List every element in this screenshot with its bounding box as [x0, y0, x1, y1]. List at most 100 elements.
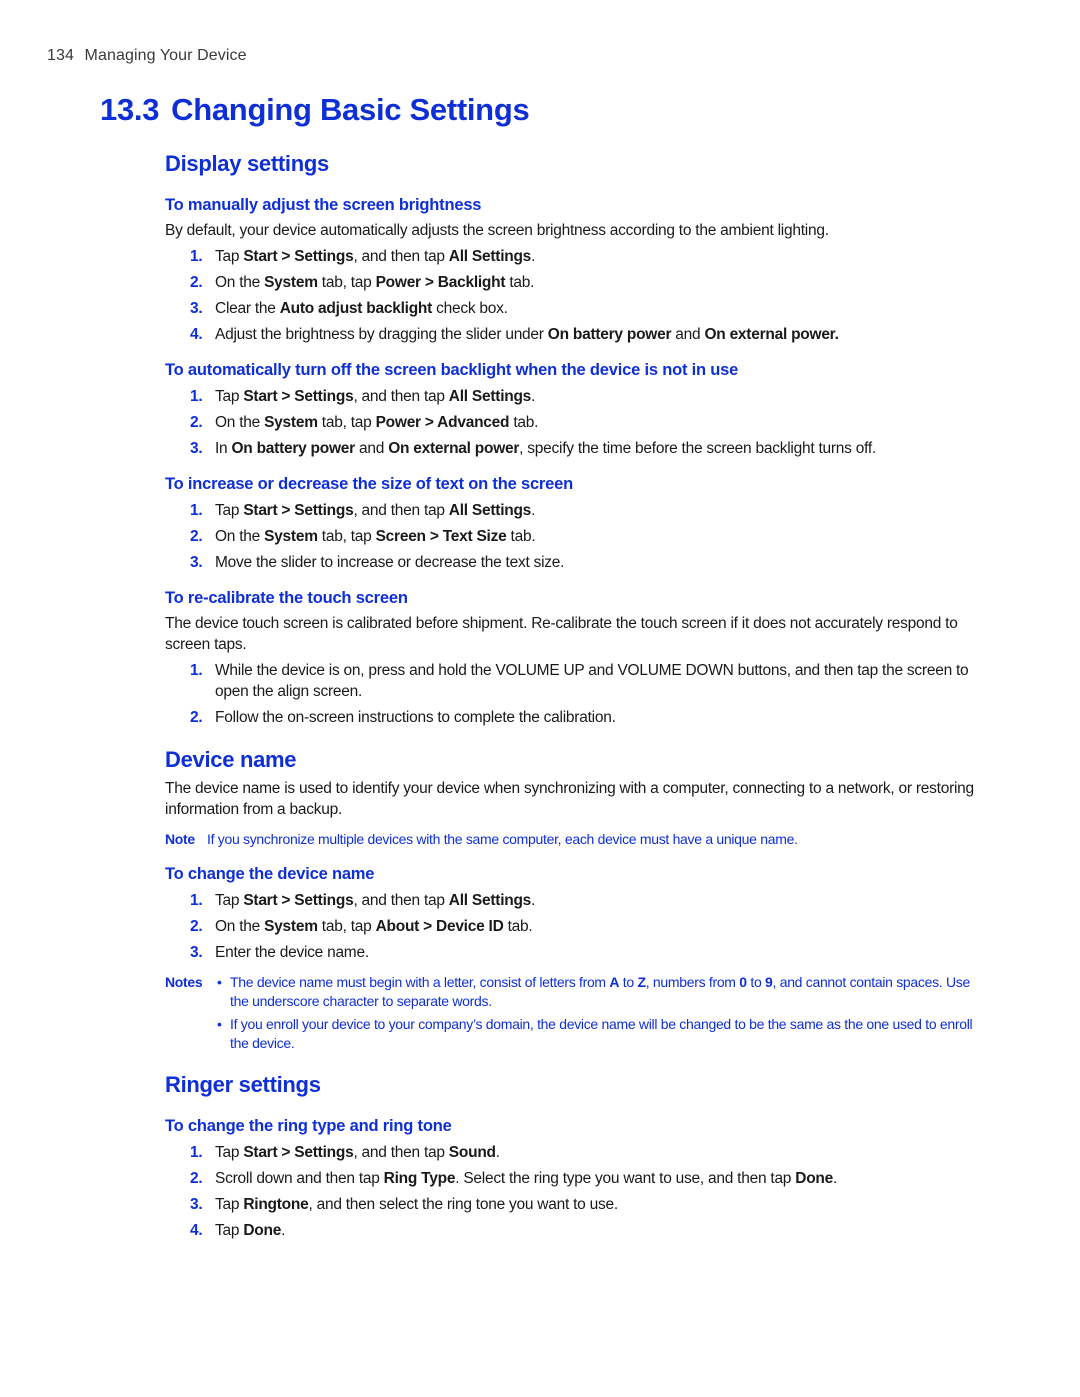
text-run: On the	[215, 918, 265, 935]
display-settings-section: Display settings To manually adjust the …	[165, 150, 985, 728]
text-run: .	[495, 1144, 500, 1161]
step-item: 2. On the System tab, tap Power > Advance…	[165, 412, 985, 433]
running-header: 134 Managing Your Device	[47, 47, 247, 65]
text-run: While the device is on, press and hold t…	[215, 662, 969, 700]
device-name-section: Device name The device name is used to i…	[165, 746, 985, 1053]
text-run: On the	[215, 274, 265, 291]
steps-list: 1. While the device is on, press and hold…	[165, 660, 985, 728]
text-run: , and then tap	[353, 1144, 449, 1161]
text-run: tab, tap	[317, 528, 376, 545]
text-run: tab, tap	[317, 918, 376, 935]
text-run: .	[833, 1170, 838, 1187]
text-run: , numbers from	[645, 974, 740, 990]
text-run: tab.	[506, 528, 536, 545]
step-number: 1.	[190, 662, 203, 679]
step-item: 1. Tap Start > Settings, and then tap All…	[165, 246, 985, 267]
step-number: 2.	[190, 528, 203, 545]
ui-term: System	[264, 918, 318, 935]
bullet-icon: •	[217, 1016, 222, 1032]
ui-term: Start > Settings	[243, 892, 354, 909]
text-run: tab.	[505, 274, 535, 291]
text-run: .	[281, 1222, 286, 1239]
step-number: 3.	[190, 944, 203, 961]
step-number: 1.	[190, 388, 203, 405]
step-number: 1.	[190, 892, 203, 909]
text-run: tab.	[509, 414, 539, 431]
step-number: 3.	[190, 554, 203, 571]
bullet-icon: •	[217, 974, 222, 990]
step-number: 2.	[190, 414, 203, 431]
step-item: 2. Follow the on-screen instructions to c…	[165, 707, 985, 728]
procedure-title: To re-calibrate the touch screen	[165, 589, 408, 607]
ui-term: Screen > Text Size	[375, 528, 507, 545]
text-run: .	[531, 892, 536, 909]
ui-term: Power > Advanced	[375, 414, 510, 431]
text-run: tab.	[503, 918, 533, 935]
section-title-device-name: Device name	[165, 747, 297, 772]
step-item: 1. Tap Start > Settings, and then tap Sou…	[165, 1142, 985, 1163]
step-number: 3.	[190, 1196, 203, 1213]
step-item: 4. Adjust the brightness by dragging the …	[165, 324, 985, 345]
text-run: .	[531, 388, 536, 405]
text-run: Tap	[215, 502, 244, 519]
text-run: and	[671, 326, 705, 343]
text-run: In	[215, 440, 232, 457]
step-number: 2.	[190, 1170, 203, 1187]
steps-list: 1. Tap Start > Settings, and then tap All…	[165, 500, 985, 573]
step-number: 3.	[190, 300, 203, 317]
procedure-intro: The device touch screen is calibrated be…	[165, 615, 958, 653]
ui-term: All Settings	[448, 502, 532, 519]
ui-term: System	[264, 414, 318, 431]
ringer-settings-section: Ringer settings To change the ring type …	[165, 1071, 985, 1241]
ui-term: Z	[637, 974, 646, 990]
chapter-title-text: Changing Basic Settings	[171, 92, 530, 127]
text-run: check box.	[432, 300, 508, 317]
text-run: If you enroll your device to your compan…	[230, 1016, 973, 1051]
text-run: , and then tap	[353, 388, 449, 405]
text-run: , specify the time before the screen bac…	[519, 440, 876, 457]
text-run: .	[531, 502, 536, 519]
ui-term: Ring Type	[383, 1170, 456, 1187]
ui-term: 0	[739, 974, 747, 990]
step-item: 3. Tap Ringtone, and then select the ring…	[165, 1194, 985, 1215]
text-run: . Select the ring type you want to use, …	[455, 1170, 796, 1187]
step-item: 4. Tap Done.	[165, 1220, 985, 1241]
text-run: .	[531, 248, 536, 265]
page-number: 134	[47, 47, 74, 64]
ui-term: Ringtone	[243, 1196, 309, 1213]
text-run: On the	[215, 528, 265, 545]
text-run: to	[619, 974, 638, 990]
note-label: Note	[165, 831, 195, 847]
step-item: 3. In On battery power and On external po…	[165, 438, 985, 459]
text-run: Tap	[215, 1144, 244, 1161]
text-run: , and then tap	[353, 892, 449, 909]
procedure-title: To change the device name	[165, 865, 375, 883]
step-number: 4.	[190, 1222, 203, 1239]
ui-term: Auto adjust backlight	[279, 300, 433, 317]
step-item: 1. Tap Start > Settings, and then tap All…	[165, 500, 985, 521]
text-run: Clear the	[215, 300, 280, 317]
procedure-brightness: To manually adjust the screen brightness…	[165, 194, 985, 345]
procedure-title: To manually adjust the screen brightness	[165, 196, 482, 214]
ui-term: On battery power	[231, 440, 355, 457]
text-run: Enter the device name.	[215, 944, 369, 961]
procedure-title: To increase or decrease the size of text…	[165, 475, 573, 493]
text-run: Move the slider to increase or decrease …	[215, 554, 565, 571]
procedure-text-size: To increase or decrease the size of text…	[165, 473, 985, 573]
section-title-ringer-settings: Ringer settings	[165, 1072, 321, 1097]
section-title-display-settings: Display settings	[165, 151, 329, 176]
notes-label: Notes	[165, 974, 203, 990]
chapter-number: 13.3	[100, 92, 160, 127]
step-number: 1.	[190, 1144, 203, 1161]
step-item: 2. Scroll down and then tap Ring Type. Se…	[165, 1168, 985, 1189]
step-number: 3.	[190, 440, 203, 457]
step-item: 3. Enter the device name.	[165, 942, 985, 963]
running-header-title: Managing Your Device	[84, 47, 247, 64]
note-item: • If you enroll your device to your compa…	[217, 1015, 985, 1053]
text-run: Tap	[215, 1196, 244, 1213]
page-content: Display settings To manually adjust the …	[165, 150, 985, 1241]
ui-term: All Settings	[448, 892, 532, 909]
steps-list: 1. Tap Start > Settings, and then tap Sou…	[165, 1142, 985, 1241]
step-item: 2. On the System tab, tap Screen > Text S…	[165, 526, 985, 547]
text-run: Tap	[215, 248, 244, 265]
